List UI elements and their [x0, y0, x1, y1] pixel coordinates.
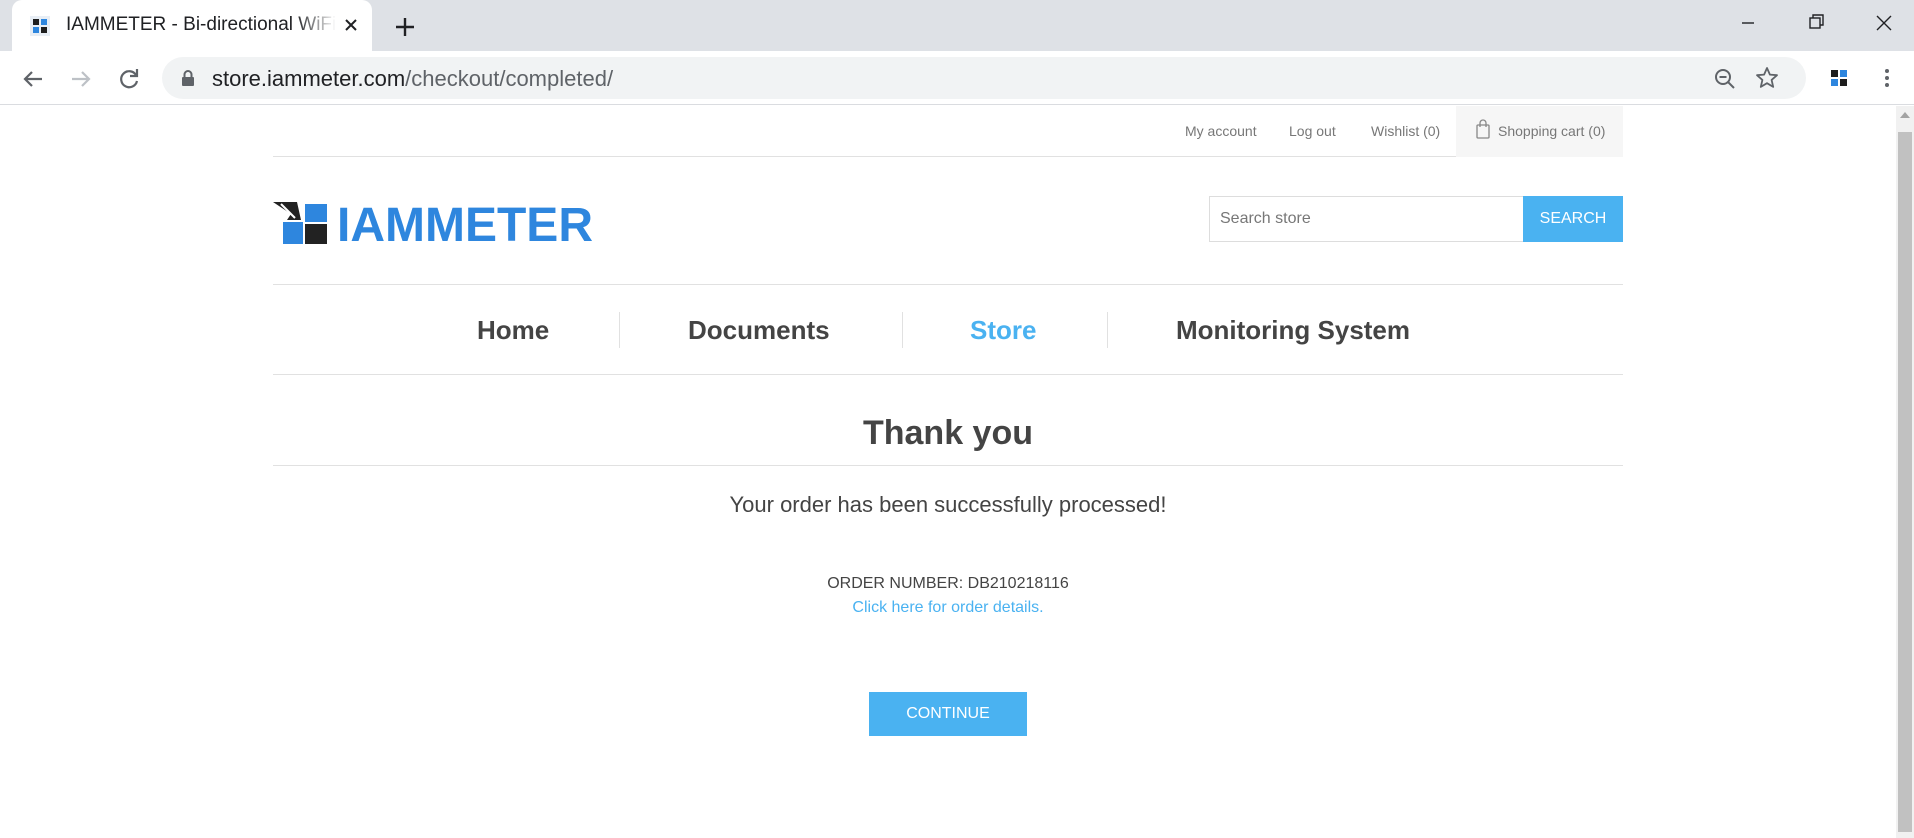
order-details-link[interactable]: Click here for order details.: [273, 599, 1623, 617]
logo-wordmark: IAMMETER: [337, 199, 593, 252]
page-viewport: My account Log out Wishlist (0) Shopping…: [0, 106, 1914, 838]
browser-menu-icon[interactable]: [1876, 65, 1898, 91]
menu-item-monitoring-system[interactable]: Monitoring System: [1176, 315, 1410, 346]
zoom-out-icon[interactable]: [1712, 66, 1738, 92]
window-close-icon[interactable]: [1864, 8, 1904, 38]
page-scrollbar[interactable]: [1896, 106, 1914, 838]
order-number: ORDER NUMBER: DB210218116: [827, 575, 1069, 592]
shopping-cart-link[interactable]: Shopping cart (0): [1456, 106, 1623, 157]
wishlist-link[interactable]: Wishlist (0): [1371, 123, 1440, 139]
search-input[interactable]: [1209, 196, 1525, 242]
browser-tab-active[interactable]: IAMMETER - Bi-directional WiFi Energy Me…: [12, 0, 372, 51]
forward-arrow-icon[interactable]: [66, 64, 96, 94]
tab-title: IAMMETER - Bi-directional WiFi Energy Me…: [66, 14, 336, 35]
title-divider: [273, 465, 1623, 466]
site-logo[interactable]: IAMMETER: [273, 198, 593, 252]
back-arrow-icon[interactable]: [18, 64, 48, 94]
new-tab-plus-icon[interactable]: [390, 12, 420, 42]
menu-separator: [1107, 312, 1108, 348]
menu-separator: [619, 312, 620, 348]
browser-toolbar: store.iammeter.com/checkout/completed/: [0, 51, 1914, 105]
iammeter-favicon-icon: [30, 16, 50, 36]
success-message: Your order has been successfully process…: [729, 492, 1167, 517]
url-text[interactable]: store.iammeter.com/checkout/completed/: [212, 66, 613, 92]
window-restore-icon[interactable]: [1796, 8, 1836, 38]
bookmark-star-icon[interactable]: [1754, 65, 1780, 91]
main-menu: Home Documents Store Monitoring System: [273, 284, 1623, 375]
menu-item-documents[interactable]: Documents: [688, 315, 830, 346]
continue-button[interactable]: CONTINUE: [869, 692, 1027, 736]
page-container: My account Log out Wishlist (0) Shopping…: [273, 106, 1623, 736]
close-icon[interactable]: [338, 12, 364, 38]
shopping-bag-icon: [1476, 119, 1490, 139]
address-bar[interactable]: store.iammeter.com/checkout/completed/: [162, 57, 1806, 99]
log-out-link[interactable]: Log out: [1289, 123, 1336, 139]
iammeter-logo-mark-icon: [273, 202, 327, 244]
window-minimize-icon[interactable]: [1728, 8, 1768, 38]
header-links: My account Log out Wishlist (0) Shopping…: [273, 106, 1623, 157]
scrollbar-thumb[interactable]: [1898, 132, 1912, 832]
my-account-link[interactable]: My account: [1185, 123, 1257, 139]
browser-tabstrip: IAMMETER - Bi-directional WiFi Energy Me…: [0, 0, 1914, 51]
extension-iammeter-icon[interactable]: [1828, 67, 1850, 89]
search-button[interactable]: SEARCH: [1523, 196, 1623, 242]
shopping-cart-label: Shopping cart (0): [1498, 123, 1606, 139]
page-title: Thank you: [862, 414, 1034, 452]
menu-item-store[interactable]: Store: [970, 315, 1036, 346]
reload-icon[interactable]: [114, 64, 144, 94]
lock-icon[interactable]: [180, 69, 196, 87]
menu-item-home[interactable]: Home: [477, 315, 549, 346]
scroll-up-arrow-icon[interactable]: [1900, 112, 1910, 118]
menu-separator: [902, 312, 903, 348]
